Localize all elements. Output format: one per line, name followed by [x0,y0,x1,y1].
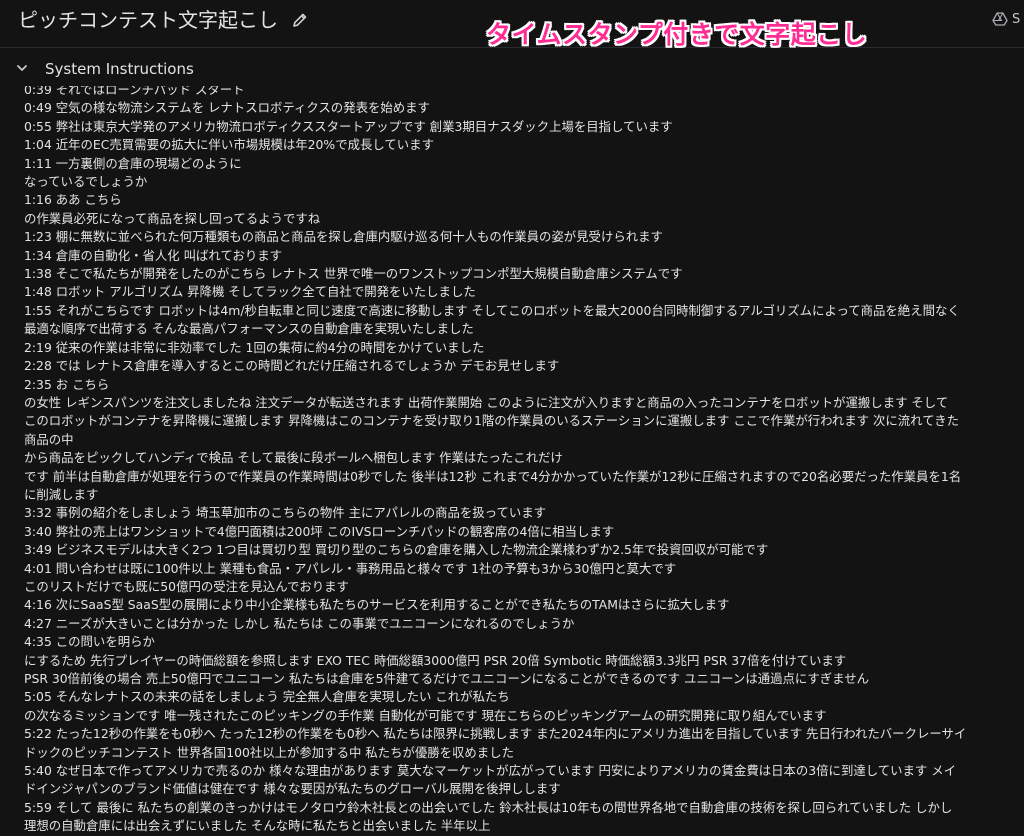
transcript-line: にするため 先行プレイヤーの時価総額を参照します EXO TEC 時価総額300… [24,652,847,668]
transcript-line: 0:49 空気の様な物流システムを レナトスロボティクスの発表を始めます [24,100,430,116]
transcript-line: 5:22 たった12秒の作業をも0秒へ たった12秒の作業をも0秒へ 私たちは限… [24,726,967,742]
transcript-line: 4:35 この問いを明らか [24,634,155,650]
transcript-line: 2:28 では レナトス倉庫を導入するとこの時間どれだけ圧縮されるでしょうか デ… [24,358,560,374]
transcript-line: に削減します [24,486,99,502]
transcript-line: 最適な順序で出荷する そんな最高パフォーマンスの自動倉庫を実現いたしました [24,321,474,337]
transcript-line: 1:04 近年のEC売買需要の拡大に伴い市場規模は年20%で成長しています [24,137,434,153]
chevron-down-icon [17,65,27,71]
transcript-line: 2:35 お こちら [24,376,110,392]
transcript-line: 5:05 そんなレナトスの未来の話をしましょう 完全無人倉庫を実現したい これが… [24,689,510,705]
transcript-line: 1:38 そこで私たちが開発をしたのがこちら レナトス 世界で唯一のワンストップ… [24,266,683,282]
transcript-line: 2:19 従来の作業は非常に非効率でした 1回の集荷に約4分の時間をかけていまし… [24,339,485,355]
section-title: System Instructions [45,60,194,78]
system-instructions-toggle[interactable]: System Instructions [0,50,1024,86]
transcript-line: です 前半は自動倉庫が処理を行うので作業員の作業時間は0秒でした 後半は12秒 … [24,468,962,484]
drive-icon [992,12,1008,26]
drive-label: S [1012,11,1021,27]
page-title: ピッチコンテスト文字起こし [18,8,278,32]
transcript-line: 3:40 弊社の売上はワンショットで4億円面積は200坪 このIVSローンチパッ… [24,523,615,539]
transcript-line: 1:55 それがこちらです ロボットは4m/秒自転車と同じ速度で高速に移動します… [24,302,960,318]
transcript-line: なっているでしょうか [24,174,148,190]
transcript-line: 1:23 棚に無数に並べられた何万種類もの商品と商品を探し倉庫内駆け巡る何十人も… [24,229,663,245]
transcript-line: 3:32 事例の紹介をしましょう 埼玉草加市のこちらの物件 主にアパレルの商品を… [24,505,547,521]
transcript-line: 5:40 なぜ日本で作ってアメリカで売るのか 様々な理由があります 莫大なマーケ… [24,763,957,779]
drive-button[interactable]: S [992,9,1024,29]
transcript-line: このリストだけでも既に50億円の受注を見込んでおります [24,578,349,594]
transcript-line: 4:01 問い合わせは既に100件以上 業種も食品・アパレル・事務用品と様々です… [24,560,677,576]
transcript-line: 商品の中 [24,431,74,447]
system-instructions-editor[interactable]: 0:39 それではローンチパッド スタート 0:49 空気の様な物流システムを レ… [0,86,1024,836]
pencil-icon [293,13,307,27]
transcript-line: 5:59 そして 最後に 私たちの創業のきっかけはモノタロウ鈴木社長との出会いで… [24,799,953,815]
transcript-line: ドインジャパンのブランド価値は健在です 様々な要因が私たちのグローバル展開を後押… [24,781,561,797]
transcript-line: PSR 30倍前後の場合 売上50億円でユニコーン 私たちは倉庫を5件建てるだけ… [24,671,869,686]
overlay-caption: タイムスタンプ付きで文字起こし [486,20,868,49]
transcript-line: 1:11 一方裏側の倉庫の現場どのように [24,155,242,171]
transcript-line: 1:34 倉庫の自動化・省人化 叫ばれております [24,247,282,263]
edit-title-button[interactable] [290,10,310,30]
transcript-line: から商品をピックしてハンディで検品 そして最後に段ボールへ梱包します 作業はたっ… [24,450,563,466]
transcript-line: 0:55 弊社は東京大学発のアメリカ物流ロボティクススタートアップです 創業3期… [24,118,673,134]
transcript-line: 4:16 次にSaaS型 SaaS型の展開により中小企業様も私たちのサービスを利… [24,597,730,613]
transcript-line: 4:27 ニーズが大きいことは分かった しかし 私たちは この事業でユニコーンに… [24,615,575,631]
transcript-line: このロボットがコンテナを昇降機に運搬します 昇降機はこのコンテナを受け取り1階の… [24,413,959,429]
transcript-line: 0:39 それではローンチパッド スタート [24,86,245,97]
transcript-line: 1:16 ああ こちら [24,192,122,208]
transcript-line: の作業員必死になって商品を探し回ってるようですね [24,210,321,226]
transcript-line: 3:49 ビジネスモデルは大きく2つ 1つ目は買切り型 買切り型のこちらの倉庫を… [24,542,769,558]
transcript-line: 理想の自動倉庫には出会えずにいました そんな時に私たちと出会いました 半年以上 [24,818,491,834]
transcript-line: ドックのピッチコンテスト 世界各国100社以上が参加する中 私たちが優勝を収めま… [24,744,514,760]
transcript-line: の女性 レギンスパンツを注文しましたね 注文データが転送されます 出荷作業開始 … [24,394,949,410]
transcript-line: の次なるミッションです 唯一残されたこのピッキングの手作業 自動化が可能です 現… [24,707,827,723]
transcript-text: 0:39 それではローンチパッド スタート 0:49 空気の様な物流システムを レ… [24,86,992,836]
transcript-line: 1:48 ロボット アルゴリズム 昇降機 そしてラック全て自社で開発をいたしまし… [24,284,476,300]
